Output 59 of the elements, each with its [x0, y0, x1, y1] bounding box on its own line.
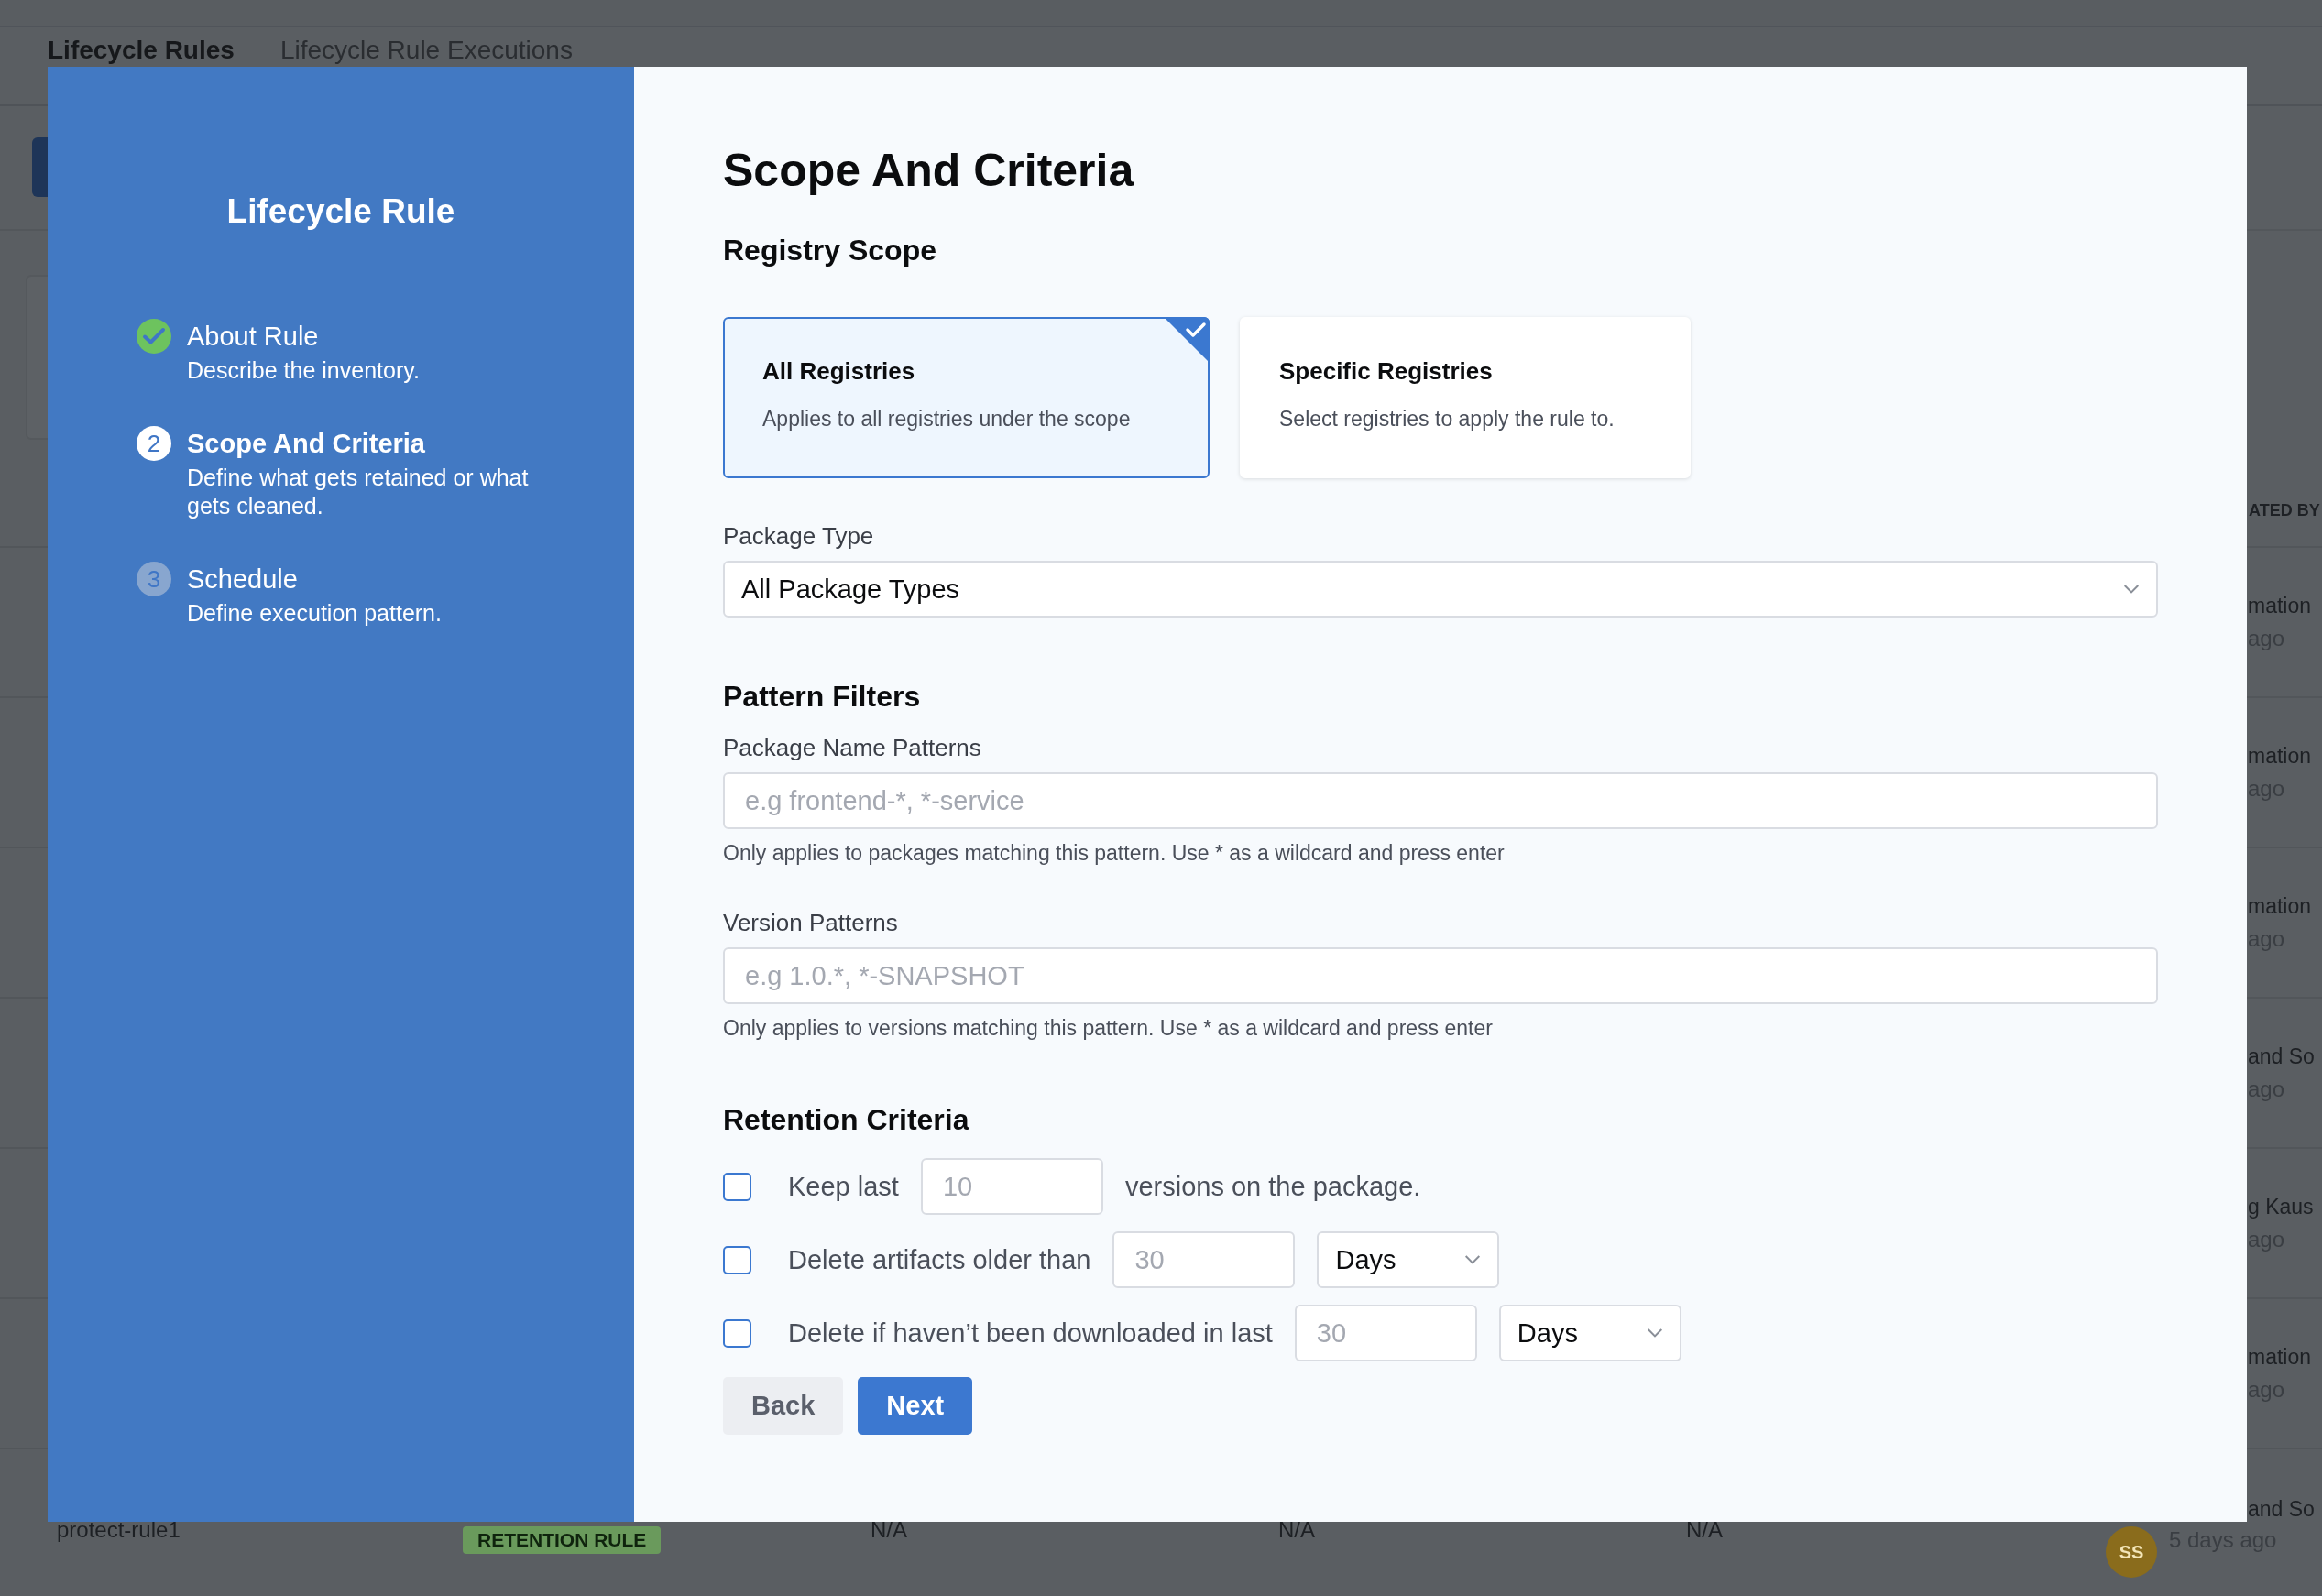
table-cell: protect-rule1	[57, 1517, 181, 1543]
section-heading: Pattern Filters	[723, 679, 921, 715]
pattern-input[interactable]: e.g frontend-*, *-service	[723, 772, 2158, 829]
column-header: ATED BY	[2249, 501, 2320, 520]
section-heading: Retention Criteria	[723, 1102, 969, 1138]
checkbox[interactable]	[723, 1172, 751, 1201]
field-label: Package Name Patterns	[723, 733, 981, 763]
table-cell: and So	[2248, 1044, 2315, 1069]
option-description: Applies to all registries under the scope	[762, 406, 1132, 432]
checkbox[interactable]	[723, 1318, 751, 1348]
step-title[interactable]: Schedule	[187, 563, 553, 596]
help-text: Only applies to packages matching this pattern. Use * as a wildcard and press enter	[723, 840, 1505, 867]
scope-option-card[interactable]: All Registries Applies to all registries under the scope	[723, 317, 1210, 478]
number-input[interactable]: 30	[1294, 1305, 1477, 1361]
step-description: Describe the inventory.	[187, 356, 421, 385]
option-description: Select registries to apply the rule to.	[1279, 406, 1616, 432]
table-cell: mation	[2248, 1345, 2312, 1370]
page-heading: Scope And Criteria	[723, 144, 1134, 198]
unit-select[interactable]: Days	[1317, 1231, 1500, 1288]
criteria-label: Delete artifacts older than	[788, 1244, 1091, 1275]
step-title[interactable]: Scope And Criteria	[187, 427, 553, 460]
rule-type-tag: RETENTION RULE	[463, 1526, 662, 1554]
option-title: Specific Registries	[1279, 356, 1494, 387]
number-input[interactable]: 30	[1112, 1231, 1296, 1288]
help-text: Only applies to versions matching this pattern. Use * as a wildcard and press enter	[723, 1015, 1493, 1042]
back-button[interactable]: Back	[723, 1377, 844, 1435]
wizard-title: Lifecycle Rule	[225, 191, 456, 232]
step-number: 3	[137, 562, 171, 596]
option-title: All Registries	[762, 356, 916, 387]
table-cell: N/A	[1686, 1517, 1723, 1543]
unit-select[interactable]: Days	[1498, 1305, 1681, 1361]
table-cell: and So	[2248, 1497, 2315, 1522]
table-cell: mation	[2248, 744, 2312, 769]
checkbox[interactable]	[723, 1245, 751, 1274]
scope-option-card[interactable]: Specific Registries Select registries to apply the rule to.	[1240, 317, 1691, 478]
table-cell: mation	[2248, 594, 2312, 618]
table-cell: g Kaus	[2248, 1195, 2314, 1219]
field-label: Package Type	[723, 521, 874, 552]
table-cell: N/A	[871, 1517, 907, 1543]
package-type-select[interactable]: All Package Types	[723, 561, 2158, 618]
number-input[interactable]: 10	[920, 1158, 1103, 1215]
pattern-input[interactable]: e.g 1.0.*, *-SNAPSHOT	[723, 947, 2158, 1004]
next-button[interactable]: Next	[858, 1377, 973, 1435]
criteria-label: Delete if haven’t been downloaded in last	[788, 1317, 1273, 1349]
step-title[interactable]: About Rule	[187, 320, 553, 353]
criteria-label: versions on the package.	[1124, 1171, 1421, 1202]
chevron-down-icon	[2123, 584, 2140, 595]
avatar: SS	[2106, 1526, 2157, 1578]
field-label: Version Patterns	[723, 908, 898, 938]
table-cell: N/A	[1278, 1517, 1315, 1543]
criteria-label: Keep last	[788, 1171, 899, 1202]
step-number: 2	[137, 426, 171, 461]
chevron-down-icon	[1464, 1254, 1482, 1265]
section-heading: Registry Scope	[723, 233, 936, 268]
step-description: Define execution pattern.	[187, 599, 443, 628]
table-cell: mation	[2248, 894, 2312, 919]
step-description: Define what gets retained or what gets cleaned.	[187, 464, 530, 520]
selected-check-icon	[1164, 317, 1210, 363]
chevron-down-icon	[1646, 1328, 1663, 1339]
